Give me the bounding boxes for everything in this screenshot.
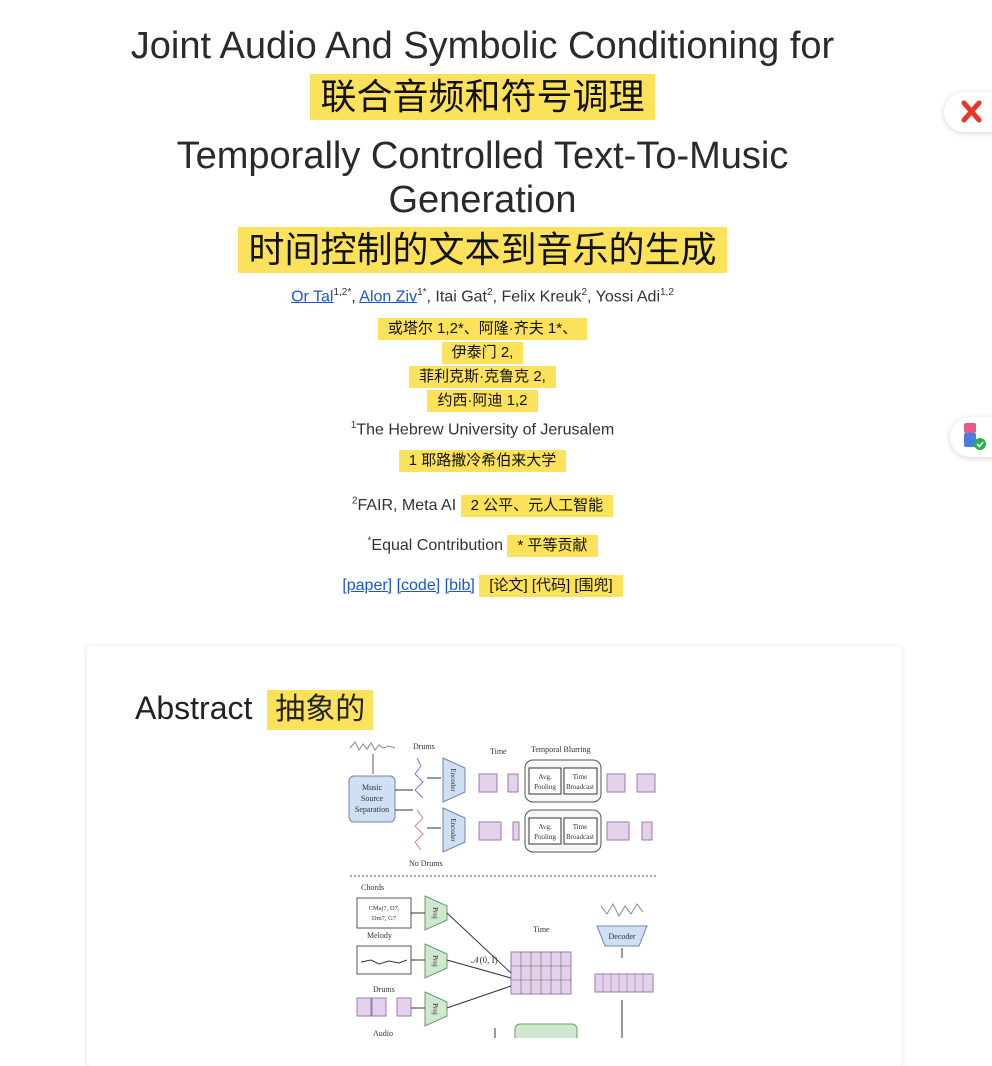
time-b-label: Time — [573, 773, 588, 781]
author-sup: 1,2 — [660, 287, 674, 298]
authors-line: Or Tal1,2*, Alon Ziv1*, Itai Gat2, Felix… — [291, 287, 674, 306]
equal-contribution: *Equal Contribution * 平等贡献 — [0, 535, 965, 557]
author-felix-kreuk: Felix Kreuk — [501, 288, 582, 306]
title-line1: Joint Audio And Symbolic Conditioning fo… — [0, 24, 965, 68]
no-drums-waveform — [414, 809, 424, 851]
avg-label: Avg. — [538, 823, 552, 831]
authors-zh-1: 或塔尔 1,2*、阿隆·齐夫 1*、 — [377, 318, 588, 340]
author-sup: 2 — [581, 287, 588, 298]
time-b-label: Time — [573, 823, 588, 831]
affiliation-2-text: FAIR, Meta AI — [357, 497, 457, 514]
title-line3-en: Generation — [388, 179, 577, 221]
links-zh: [论文] [代码] [围兜] — [479, 575, 623, 597]
diagram-source-label: Source — [361, 794, 384, 803]
extension-icon — [964, 423, 986, 450]
decoder-label: Decoder — [608, 932, 635, 941]
proj-label: Proj — [431, 955, 439, 967]
authors-zh-2-row: 伊泰门 2, — [0, 342, 965, 364]
proj-label: Proj — [431, 907, 439, 919]
pooling-label: Pooling — [534, 783, 556, 791]
diagram-music-label: Music — [362, 783, 382, 792]
diagram-melody-label: Melody — [367, 931, 392, 940]
proj-label: Proj — [431, 1003, 439, 1015]
affiliation-2-zh: 2 公平、元人工智能 — [460, 495, 614, 517]
output-waveform — [600, 902, 644, 918]
resource-links: [paper] [code] [bib] [论文] [代码] [围兜] — [0, 575, 965, 597]
authors-zh-2: 伊泰门 2, — [441, 342, 524, 364]
title-line2-en: Temporally Controlled Text-To-Music — [176, 135, 789, 177]
author-yossi-adi: Yossi Adi — [595, 288, 660, 306]
authors-zh-4: 约西·阿迪 1,2 — [427, 390, 538, 412]
authors-zh-3: 菲利克斯·克鲁克 2, — [409, 366, 556, 388]
encoder-label: Encoder — [449, 768, 457, 792]
equal-contribution-zh: * 平等贡献 — [507, 535, 598, 557]
close-x-icon — [961, 100, 982, 123]
diagram-separation-label: Separation — [355, 805, 389, 814]
paper-link[interactable]: [paper] — [342, 577, 392, 594]
author-sup: 1* — [417, 287, 427, 298]
abstract-card: Abstract 抽象的 Music Source Separation Dru… — [87, 646, 902, 1066]
title-line3: Generation — [0, 178, 965, 222]
avg-label: Avg. — [538, 773, 552, 781]
author-link-alon-ziv[interactable]: Alon Ziv — [359, 288, 417, 305]
chord-seq-2: Dm7, G7 — [372, 915, 397, 922]
author-itai-gat: Itai Gat — [435, 288, 487, 306]
waveform-icon — [349, 741, 396, 751]
authors-zh-1-row: 或塔尔 1,2*、阿隆·齐夫 1*、 — [0, 318, 965, 340]
affiliation-1-text: The Hebrew University of Jerusalem — [356, 421, 615, 439]
title-line1-en: Joint Audio And Symbolic Conditioning fo… — [130, 25, 835, 67]
broadcast-label: Broadcast — [566, 783, 594, 791]
diagram-drums2-label: Drums — [373, 985, 395, 994]
close-translation-button[interactable] — [944, 92, 992, 132]
diagram-drums-label: Drums — [413, 742, 435, 751]
title-line1-zh: 联合音频和符号调理 — [310, 74, 655, 120]
affiliation-1-zh-row: 1 耶路撒冷希伯来大学 — [0, 450, 965, 472]
encoder-label: Encoder — [449, 818, 457, 842]
title-line2: Temporally Controlled Text-To-Music — [0, 134, 965, 178]
method-diagram: Music Source Separation Drums No Drums E… — [348, 741, 657, 1038]
diagram-time-label: Time — [490, 747, 507, 756]
title-line2-zh: 时间控制的文本到音乐的生成 — [238, 227, 727, 273]
abstract-title-en: Abstract — [135, 690, 253, 726]
title-line2-translation: 时间控制的文本到音乐的生成 — [0, 227, 965, 273]
authors-zh-4-row: 约西·阿迪 1,2 — [0, 390, 965, 412]
chord-seq-1: CMaj7, D7, — [369, 905, 400, 912]
bib-link[interactable]: [bib] — [445, 577, 475, 594]
abstract-heading: Abstract 抽象的 — [135, 690, 374, 730]
title-line1-translation: 联合音频和符号调理 — [0, 74, 965, 120]
authors-zh-3-row: 菲利克斯·克鲁克 2, — [0, 366, 965, 388]
diagram-temporal-blurring-label: Temporal Blurring — [531, 745, 591, 754]
equal-contribution-text: Equal Contribution — [371, 537, 504, 554]
affiliation-1: 1The Hebrew University of Jerusalem — [0, 420, 965, 439]
extension-button[interactable] — [950, 417, 992, 457]
abstract-title-zh: 抽象的 — [267, 690, 374, 730]
author-sup: 1,2* — [333, 287, 352, 298]
diagram-audio-label: Audio — [373, 1029, 393, 1038]
affiliation-2: 2FAIR, Meta AI 2 公平、元人工智能 — [0, 495, 965, 517]
affiliation-1-zh: 1 耶路撒冷希伯来大学 — [398, 450, 567, 472]
pooling-label: Pooling — [534, 833, 556, 841]
author-link-or-tal[interactable]: Or Tal — [291, 288, 333, 305]
diagram-no-drums-label: No Drums — [409, 859, 443, 868]
diagram-time2-label: Time — [533, 925, 550, 934]
author-sup: 2 — [487, 287, 493, 298]
drums-waveform — [414, 757, 424, 799]
output-tokens — [594, 973, 654, 993]
lm-block — [514, 1023, 578, 1038]
diagram-chords-label: Chords — [361, 883, 384, 892]
code-link[interactable]: [code] — [397, 577, 441, 594]
broadcast-label: Broadcast — [566, 833, 594, 841]
